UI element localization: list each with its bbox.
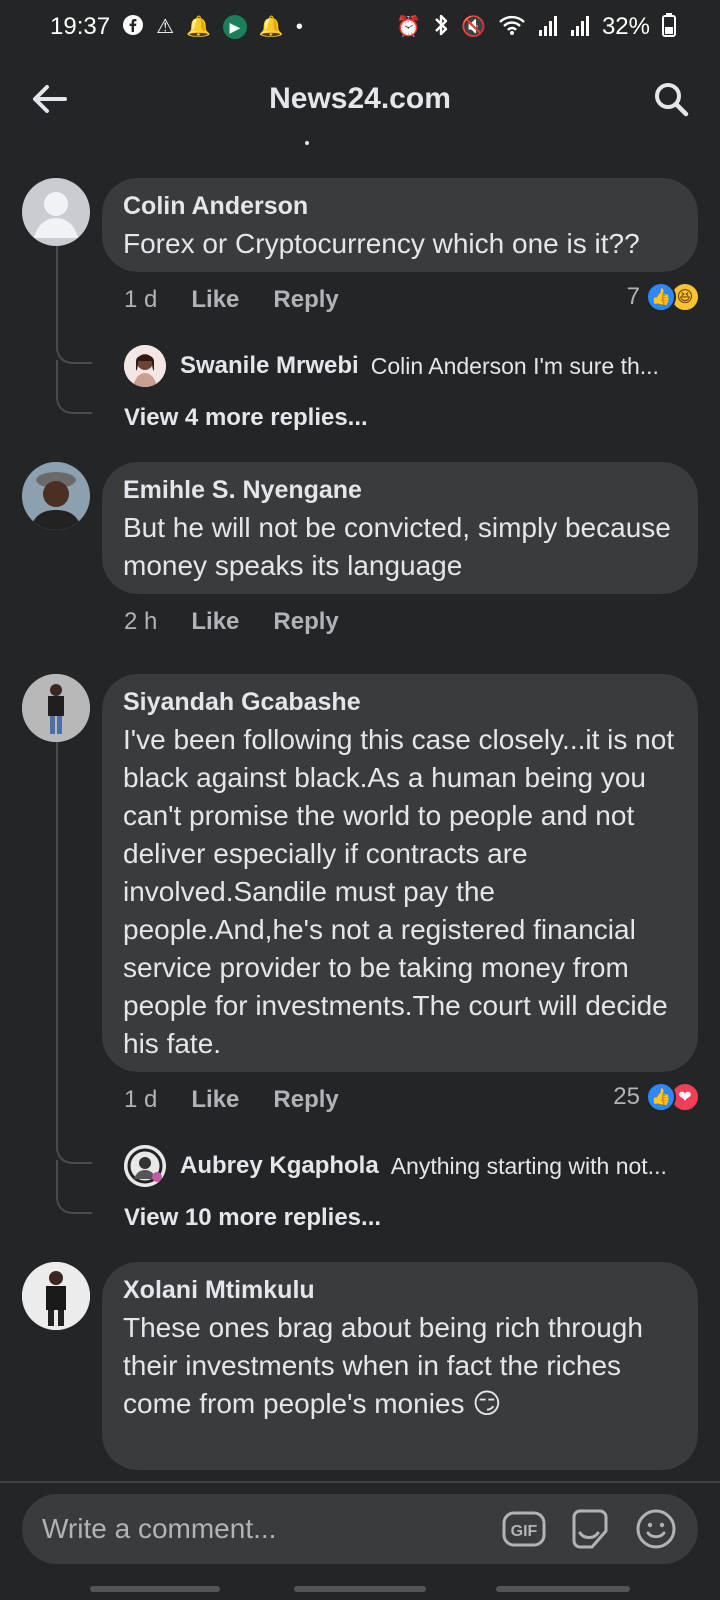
comment-actions: 1 d Like Reply (124, 286, 339, 314)
status-right: ⏰ 🔇 32% (396, 13, 676, 41)
dot-icon: • (295, 16, 303, 38)
bell-icon: 🔔 (258, 16, 284, 38)
comment-author[interactable]: Emihle S. Nyengane (123, 476, 678, 505)
thread-branch (56, 1160, 92, 1214)
view-more-replies[interactable]: View 10 more replies... (124, 1204, 381, 1232)
avatar[interactable] (22, 178, 90, 246)
avatar[interactable] (22, 462, 90, 530)
reply-author[interactable]: Aubrey Kgaphola (180, 1152, 379, 1180)
nav-gesture-bar[interactable] (496, 1586, 630, 1592)
thread-branch (56, 1110, 92, 1164)
bluetooth-icon (433, 13, 449, 41)
comment-text: Forex or Cryptocurrency which one is it?… (123, 228, 640, 259)
comment-author[interactable]: Colin Anderson (123, 192, 678, 221)
reaction-icons: 👍 😆 (646, 282, 700, 312)
view-more-replies[interactable]: View 4 more replies... (124, 404, 368, 432)
reaction-count: 25 (613, 1083, 640, 1110)
thread-branch (56, 360, 92, 414)
thread-branch (56, 310, 92, 364)
comment-bubble[interactable]: Emihle S. Nyengane But he will not be co… (102, 462, 698, 594)
header: News24.com (0, 60, 720, 138)
nav-gesture-bar[interactable] (294, 1586, 426, 1592)
facebook-icon (122, 14, 144, 40)
gif-label: GIF (511, 1523, 538, 1540)
nav-gesture-bar[interactable] (90, 1586, 220, 1592)
comment-input[interactable] (42, 1513, 480, 1545)
status-left: 19:37 ⚠ 🔔 ▶ 🔔 • (50, 13, 303, 41)
composer-divider (0, 1481, 720, 1483)
alert-icon: ⚠ (156, 16, 174, 38)
reaction-icons: 👍 ❤ (646, 1082, 700, 1112)
comment-text: I've been following this case closely...… (123, 724, 675, 1059)
comment-bubble[interactable]: Xolani Mtimkulu These ones brag about be… (102, 1262, 698, 1470)
like-button[interactable]: Like (191, 286, 239, 314)
status-bar: 19:37 ⚠ 🔔 ▶ 🔔 • ⏰ 🔇 32% (0, 0, 720, 54)
reaction-count: 7 (626, 283, 640, 310)
comment-author[interactable]: Siyandah Gcabashe (123, 688, 678, 717)
reaction-summary[interactable]: 25 👍 ❤ (613, 1082, 700, 1112)
avatar[interactable] (22, 674, 90, 742)
comment-bubble[interactable]: Siyandah Gcabashe I've been following th… (102, 674, 698, 1072)
like-button[interactable]: Like (191, 1086, 239, 1114)
scroll-indicator (305, 141, 309, 145)
comment-actions: 2 h Like Reply (124, 608, 339, 636)
reply-button[interactable]: Reply (273, 608, 338, 636)
page-title: News24.com (269, 82, 451, 115)
status-time: 19:37 (50, 13, 111, 40)
bell-icon: 🔔 (186, 16, 211, 38)
gif-icon[interactable]: GIF (502, 1507, 546, 1551)
like-reaction-icon: 👍 (646, 282, 676, 312)
comment-bubble[interactable]: Colin Anderson Forex or Cryptocurrency w… (102, 178, 698, 272)
reply-text: Colin Anderson I'm sure th... (370, 352, 659, 379)
battery-percent: 32% (601, 13, 650, 40)
mute-icon: 🔇 (461, 16, 486, 38)
like-reaction-icon: 👍 (646, 1082, 676, 1112)
thread-line (56, 742, 58, 1142)
reaction-summary[interactable]: 7 👍 😆 (627, 282, 700, 312)
back-arrow-icon[interactable] (28, 78, 70, 120)
comment-time[interactable]: 1 d (124, 286, 157, 314)
comment-text: But he will not be convicted, simply bec… (123, 512, 671, 581)
signal-icon (570, 14, 590, 40)
comment-text: These ones brag about being rich through… (123, 1312, 643, 1419)
reply-author[interactable]: Swanile Mrwebi (180, 352, 359, 380)
battery-icon (662, 13, 676, 41)
avatar[interactable] (22, 1262, 90, 1330)
comment-author[interactable]: Xolani Mtimkulu (123, 1276, 678, 1305)
app-icon: ▶ (222, 15, 247, 39)
alarm-icon: ⏰ (396, 16, 422, 38)
reply-preview[interactable]: Aubrey Kgaphola Anything starting with n… (180, 1152, 694, 1180)
reply-button[interactable]: Reply (273, 1086, 338, 1114)
comment-composer: GIF (22, 1494, 698, 1564)
reply-button[interactable]: Reply (273, 286, 338, 314)
comment-time[interactable]: 2 h (124, 608, 157, 636)
wifi-icon (498, 14, 526, 40)
thread-line (56, 244, 58, 314)
comment-actions: 1 d Like Reply (124, 1086, 339, 1114)
signal-icon (538, 14, 558, 40)
search-icon[interactable] (650, 78, 692, 120)
like-button[interactable]: Like (191, 608, 239, 636)
reply-avatar[interactable] (124, 1145, 166, 1187)
sticker-icon[interactable] (568, 1507, 612, 1551)
reply-preview[interactable]: Swanile Mrwebi Colin Anderson I'm sure t… (180, 352, 694, 380)
reply-text: Anything starting with not... (390, 1152, 667, 1179)
emoji-icon[interactable] (634, 1507, 678, 1551)
reply-avatar[interactable] (124, 345, 166, 387)
comment-time[interactable]: 1 d (124, 1086, 157, 1114)
